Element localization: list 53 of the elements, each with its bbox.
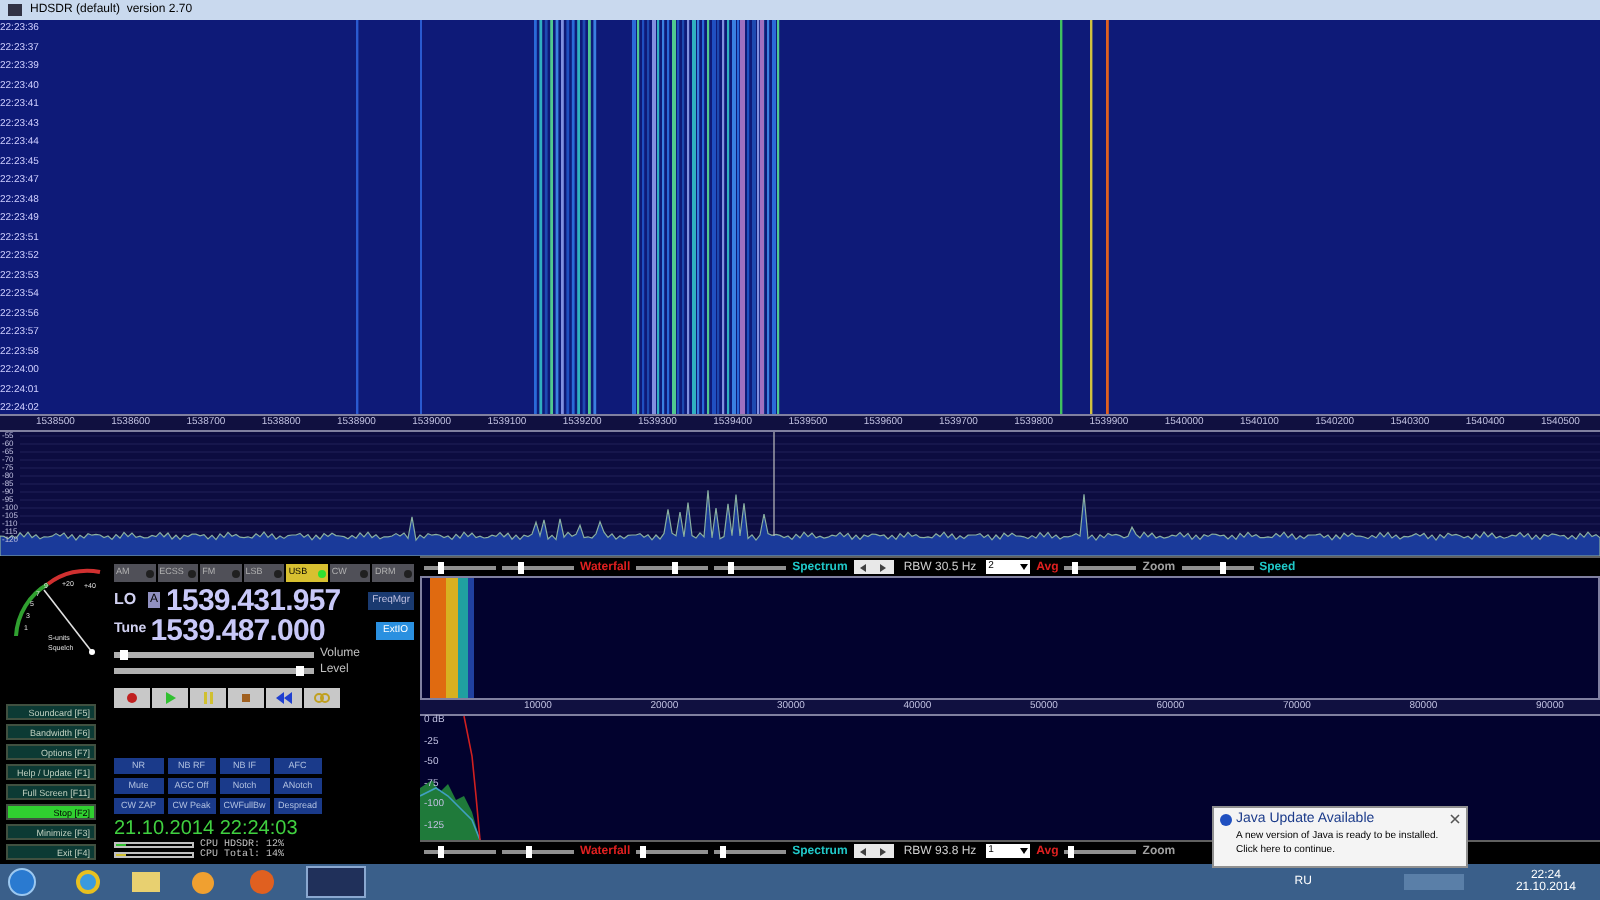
right-arrow-icon[interactable] [880,847,887,855]
left-arrow-icon[interactable] [860,563,867,571]
stop-button[interactable] [228,688,264,708]
caret-icon [1020,564,1029,570]
caret-icon [1020,848,1029,854]
browser-icon[interactable] [76,870,100,894]
led-icon [404,569,413,577]
audio-spectrum-trace [420,716,482,840]
slider-thumb[interactable] [1220,561,1227,573]
slider-thumb[interactable] [672,561,679,573]
slider-thumb[interactable] [437,845,444,857]
start-button[interactable] [8,868,36,896]
audio-waterfall-drawing [430,578,474,698]
close-icon[interactable] [1450,814,1460,824]
app-icon [8,4,22,16]
slider-thumb[interactable] [720,845,727,857]
stepper-control[interactable] [853,560,894,574]
right-arrow-icon[interactable] [880,563,887,571]
s-meter-scale [14,568,101,637]
rewind-icon [274,690,294,706]
slider-thumb[interactable] [1067,845,1074,857]
slider-track[interactable] [114,667,314,673]
play-icon [160,690,180,706]
left-arrow-icon[interactable] [860,847,867,855]
slider-thumb[interactable] [525,845,532,857]
led-icon [274,569,283,577]
media-player-icon[interactable] [192,871,214,893]
slider-thumb[interactable] [1071,561,1078,573]
slider-thumb[interactable] [437,561,444,573]
slider-thumb[interactable] [639,845,646,857]
led-icon [188,569,197,577]
lo-label: LO [114,588,139,612]
date-time: 21.10.2014 22:24:03 [114,820,300,840]
stepper-control[interactable] [853,844,894,858]
led-icon [231,569,240,577]
led-icon [145,569,154,577]
pause-icon [198,690,218,706]
tune-frequency[interactable]: 1539.487.000 [150,615,325,645]
meter-needle [43,589,95,655]
led-icon [317,569,326,577]
slider-thumb[interactable] [296,665,305,675]
slider-thumb[interactable] [727,561,734,573]
slider-track[interactable] [114,651,314,657]
loop-icon [312,690,332,706]
record-icon [122,690,142,706]
led-icon [360,569,369,577]
slider-thumb[interactable] [119,649,128,659]
lo-frequency[interactable]: 1539.431.957 [166,585,341,615]
slider-thumb[interactable] [518,561,525,573]
record-button[interactable] [114,688,150,708]
stop-icon [236,690,256,706]
rewind-button[interactable] [266,688,302,708]
info-icon [1220,813,1232,825]
